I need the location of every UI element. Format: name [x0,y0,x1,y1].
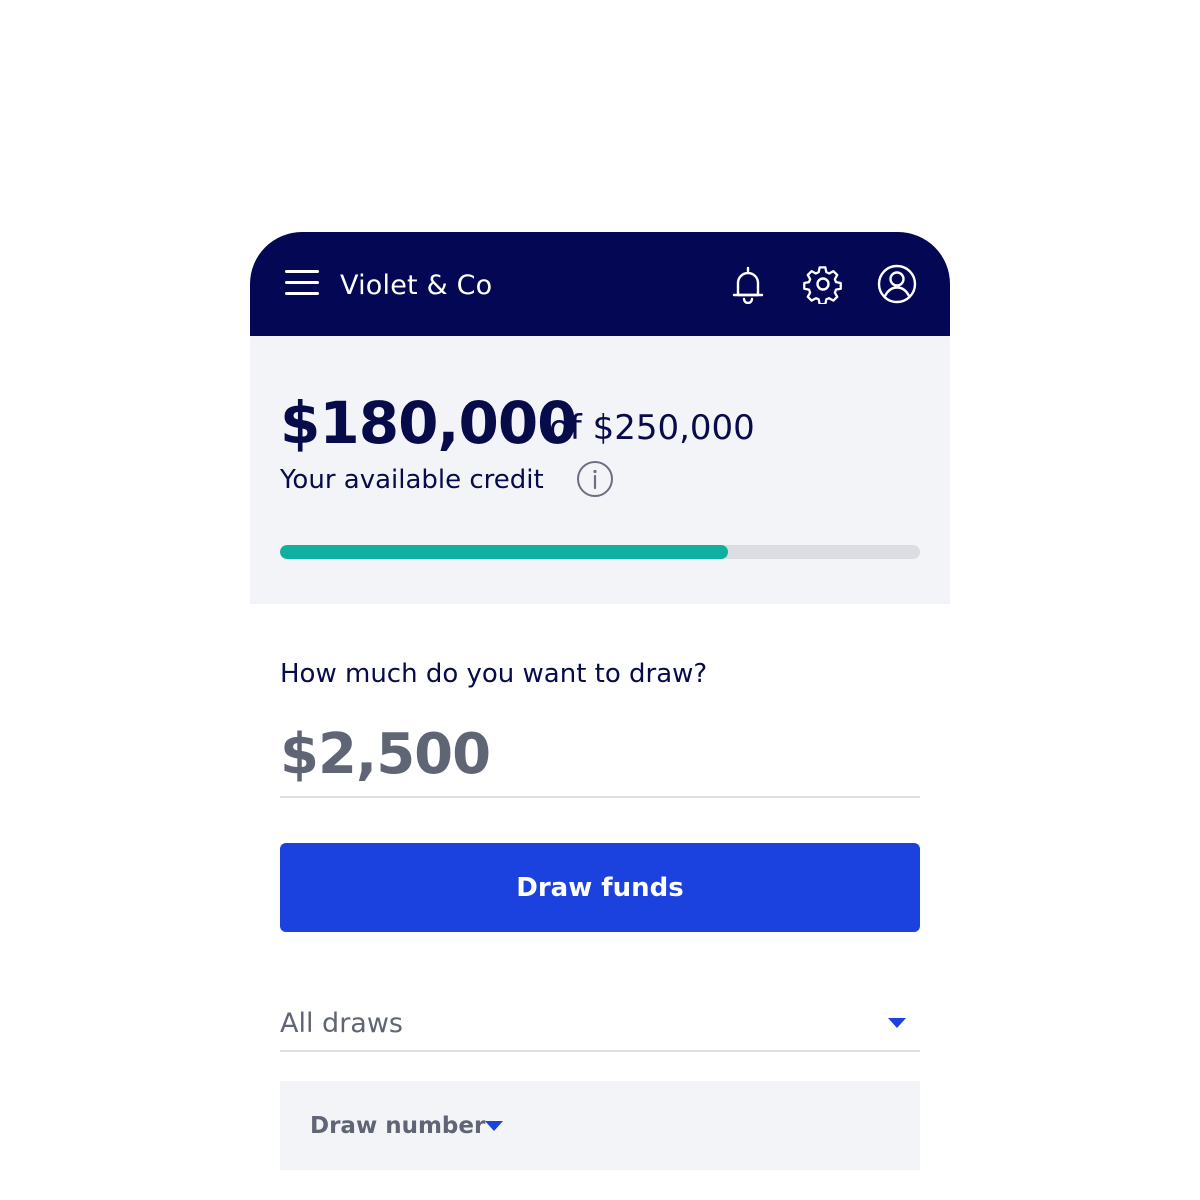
draws-filter-value: All draws [280,1008,403,1039]
available-credit-amount: $180,000 [280,389,578,457]
bell-icon[interactable] [728,264,768,304]
app-screen: Violet & Co $180,000 of $250,000 Your av… [250,232,950,1200]
credit-progress-fill [280,545,728,559]
draws-filter-dropdown[interactable]: All draws [280,998,920,1052]
credit-summary: $180,000 of $250,000 Your available cred… [250,336,950,604]
chevron-down-icon [888,1018,906,1028]
gear-icon[interactable] [803,264,843,304]
available-credit-label: Your available credit [280,465,544,495]
info-icon[interactable] [576,460,614,498]
draws-table-header: Draw number [280,1081,920,1170]
user-icon[interactable] [877,264,917,304]
draw-amount-label: How much do you want to draw? [280,659,708,689]
brand-name: Violet & Co [340,270,493,301]
top-bar: Violet & Co [250,232,950,336]
draw-funds-button[interactable]: Draw funds [280,843,920,932]
menu-icon[interactable] [285,270,319,296]
sort-caret-icon[interactable] [485,1121,503,1131]
credit-progress-bar [280,545,920,559]
column-header-draw-number[interactable]: Draw number [310,1109,485,1143]
draw-amount-input[interactable] [280,712,920,798]
credit-limit: of $250,000 [549,408,755,448]
